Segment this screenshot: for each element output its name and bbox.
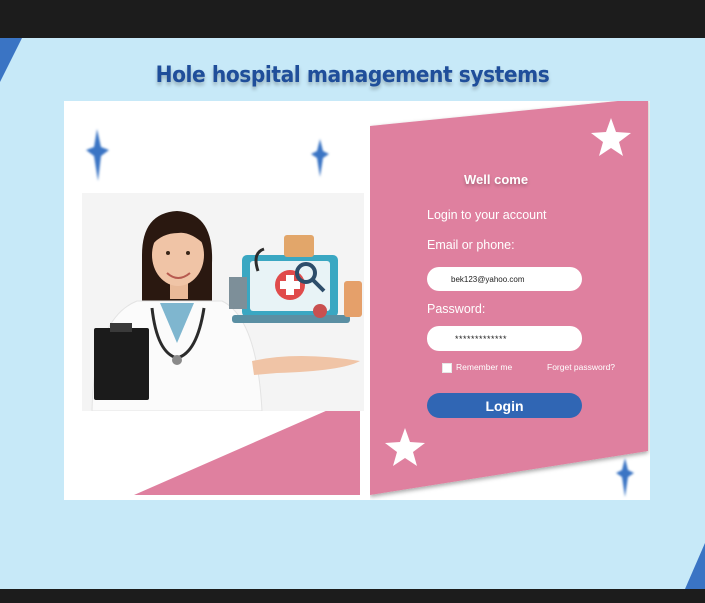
corner-decoration [0,38,22,82]
medical-kit-illustration [229,235,362,323]
hero-image [82,193,364,411]
forgot-password-link[interactable]: Forget password? [547,362,615,372]
email-field[interactable] [427,267,582,291]
login-subtitle: Login to your account [427,208,547,222]
page-background: Hole hospital management systems Well co… [0,38,705,589]
page-title: Hole hospital management systems [155,63,550,88]
login-panel: Well come Login to your account Email or… [370,101,650,500]
illustration-panel [64,101,364,500]
remember-me-label: Remember me [456,362,513,372]
login-card: Well come Login to your account Email or… [64,101,650,500]
welcome-heading: Well come [464,172,529,187]
email-label: Email or phone: [427,238,515,252]
password-field[interactable] [427,326,582,351]
password-label: Password: [427,302,486,316]
login-button[interactable]: Login [427,393,582,418]
remember-me-checkbox[interactable] [442,363,452,373]
star-icon [86,129,109,181]
star-icon [311,139,329,177]
corner-decoration [685,543,705,589]
star-icon [616,458,634,497]
